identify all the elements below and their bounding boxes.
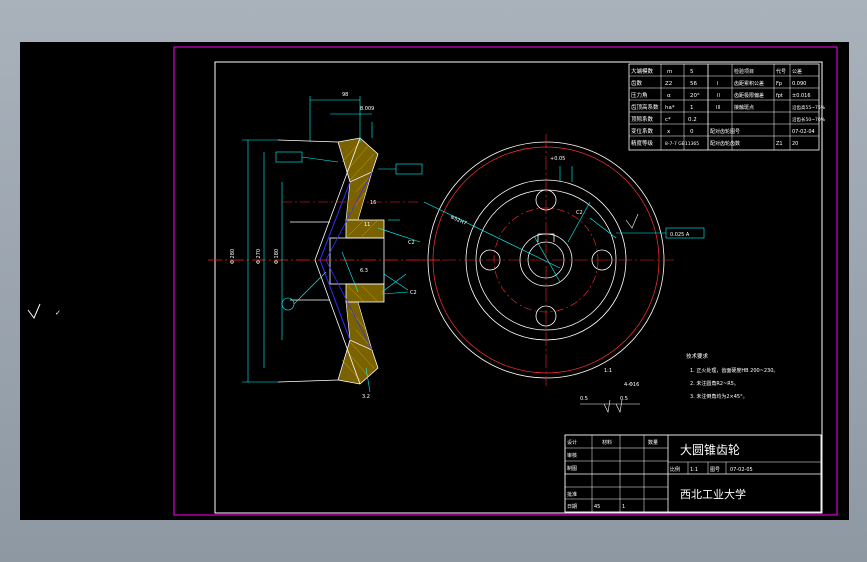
svg-text:+0.05: +0.05 — [550, 156, 565, 162]
svg-text:材料: 材料 — [602, 439, 612, 446]
svg-text:0.090: 0.090 — [792, 81, 806, 87]
svg-text:07-02-04: 07-02-04 — [792, 129, 815, 135]
svg-text:齿数: 齿数 — [631, 79, 643, 87]
left-symbol-text: ✓ — [55, 309, 61, 317]
svg-text:16: 16 — [370, 200, 376, 206]
svg-text:07-02-05: 07-02-05 — [730, 467, 753, 473]
svg-text:齿顶高系数: 齿顶高系数 — [631, 103, 659, 111]
svg-text:C2: C2 — [576, 210, 583, 216]
svg-text:批准: 批准 — [567, 491, 577, 498]
svg-text:齿距累积公差: 齿距累积公差 — [734, 80, 764, 87]
svg-text:Fp: Fp — [776, 81, 782, 87]
svg-text:沿齿高55~75%: 沿齿高55~75% — [792, 104, 826, 111]
svg-text:II: II — [717, 93, 720, 99]
svg-text:压力角: 压力角 — [631, 91, 648, 99]
svg-text:C2: C2 — [408, 240, 415, 246]
svg-text:设计: 设计 — [567, 439, 577, 446]
section-dimensions — [242, 96, 423, 393]
svg-text:4-Φ16: 4-Φ16 — [624, 382, 639, 388]
svg-text:代号: 代号 — [776, 68, 786, 75]
svg-text:变位系数: 变位系数 — [631, 127, 654, 135]
svg-text:公差: 公差 — [792, 68, 802, 75]
svg-text:III: III — [716, 105, 720, 111]
part-name-title: 大圆锥齿轮 — [680, 443, 740, 457]
svg-text:图号: 图号 — [710, 467, 720, 473]
roughness-symbol-left: ✓ — [27, 303, 61, 319]
svg-text:1. 正火处理，齿面硬度HB 200~230。: 1. 正火处理，齿面硬度HB 200~230。 — [690, 367, 778, 374]
drawing-svg: ✓ 大端模数 m 5 齿数 Z2 56 压力角 α 20° 齿顶高系数 ha* … — [27, 46, 838, 516]
detail-sketch: 0.5 0.5 4-Φ16 1:1 — [580, 368, 640, 413]
svg-text:56: 56 — [690, 81, 697, 87]
svg-text:Φ 180: Φ 180 — [274, 249, 280, 264]
school-name: 西北工业大学 — [680, 487, 746, 501]
svg-text:98: 98 — [342, 92, 348, 98]
svg-text:0.5: 0.5 — [580, 396, 588, 402]
svg-text:m: m — [667, 69, 672, 75]
svg-text:8-7-7 GB11365: 8-7-7 GB11365 — [665, 141, 699, 147]
svg-text:0.2: 0.2 — [688, 117, 697, 123]
svg-text:8.009: 8.009 — [360, 106, 374, 112]
svg-text:数量: 数量 — [648, 439, 658, 446]
svg-text:20: 20 — [792, 141, 798, 147]
param-name-0: 大端模数 — [631, 67, 654, 75]
svg-text:I: I — [717, 81, 718, 87]
svg-text:配对齿轮图号: 配对齿轮图号 — [710, 128, 740, 135]
app-window: ✓ 大端模数 m 5 齿数 Z2 56 压力角 α 20° 齿顶高系数 ha* … — [0, 0, 867, 562]
parameter-table: 大端模数 m 5 齿数 Z2 56 压力角 α 20° 齿顶高系数 ha* 1 … — [628, 63, 826, 151]
svg-text:3. 未注倒角均为2×45°。: 3. 未注倒角均为2×45°。 — [690, 393, 748, 400]
title-block: 设计 材料 数量 审核 制图 批准 日期 45 1 大圆锥齿轮 比例 1:1 图… — [564, 434, 822, 513]
svg-text:Φ 270: Φ 270 — [256, 249, 262, 264]
gear-front-view: Φ52H7 +0.05 C2 0.025 A — [420, 134, 705, 386]
svg-text:接触斑点: 接触斑点 — [734, 104, 754, 111]
svg-text:1: 1 — [622, 504, 625, 510]
svg-text:制图: 制图 — [567, 465, 577, 472]
svg-text:5: 5 — [690, 69, 694, 75]
svg-text:Φ 280: Φ 280 — [230, 249, 236, 264]
hub-bore — [329, 237, 385, 285]
svg-text:0.025 A: 0.025 A — [670, 232, 690, 238]
svg-text:6.3: 6.3 — [360, 268, 368, 274]
gear-section-view: Φ 280 Φ 270 Φ 180 98 8.009 16 11 C2 C2 6… — [208, 92, 440, 400]
svg-text:检验项目: 检验项目 — [734, 68, 754, 75]
svg-text:fpt: fpt — [776, 93, 783, 99]
svg-text:ha*: ha* — [665, 105, 675, 111]
svg-text:0.5: 0.5 — [620, 396, 628, 402]
svg-text:审核: 审核 — [567, 452, 577, 459]
svg-text:C2: C2 — [410, 290, 417, 296]
svg-text:1: 1 — [690, 105, 694, 111]
svg-text:配对齿轮齿数: 配对齿轮齿数 — [710, 140, 740, 147]
svg-text:45: 45 — [594, 504, 600, 510]
tech-requirements: 技术要求 1. 正火处理，齿面硬度HB 200~230。 2. 未注圆角R2~R… — [686, 352, 778, 400]
svg-text:20°: 20° — [690, 93, 700, 99]
svg-text:α: α — [667, 93, 671, 99]
svg-text:1:1: 1:1 — [604, 368, 612, 374]
svg-text:c*: c* — [665, 117, 671, 123]
svg-text:Φ52H7: Φ52H7 — [449, 214, 467, 226]
svg-text:日期: 日期 — [567, 504, 577, 510]
cad-viewport[interactable]: ✓ 大端模数 m 5 齿数 Z2 56 压力角 α 20° 齿顶高系数 ha* … — [20, 42, 849, 520]
svg-text:沿齿长50~70%: 沿齿长50~70% — [792, 116, 826, 123]
svg-text:顶隙系数: 顶隙系数 — [631, 115, 654, 123]
svg-text:11: 11 — [364, 222, 370, 228]
svg-text:0: 0 — [690, 129, 694, 135]
tech-req-heading: 技术要求 — [686, 352, 709, 360]
svg-text:Z1: Z1 — [776, 141, 783, 147]
svg-text:比例: 比例 — [670, 466, 680, 473]
svg-text:2. 未注圆角R2~R5。: 2. 未注圆角R2~R5。 — [690, 380, 739, 387]
svg-text:精度等级: 精度等级 — [631, 139, 654, 147]
svg-text:1:1: 1:1 — [690, 467, 698, 473]
svg-text:齿距极限偏差: 齿距极限偏差 — [734, 92, 764, 99]
svg-text:Z2: Z2 — [665, 81, 672, 87]
svg-text:±0.016: ±0.016 — [792, 93, 811, 99]
svg-text:3.2: 3.2 — [362, 394, 370, 400]
